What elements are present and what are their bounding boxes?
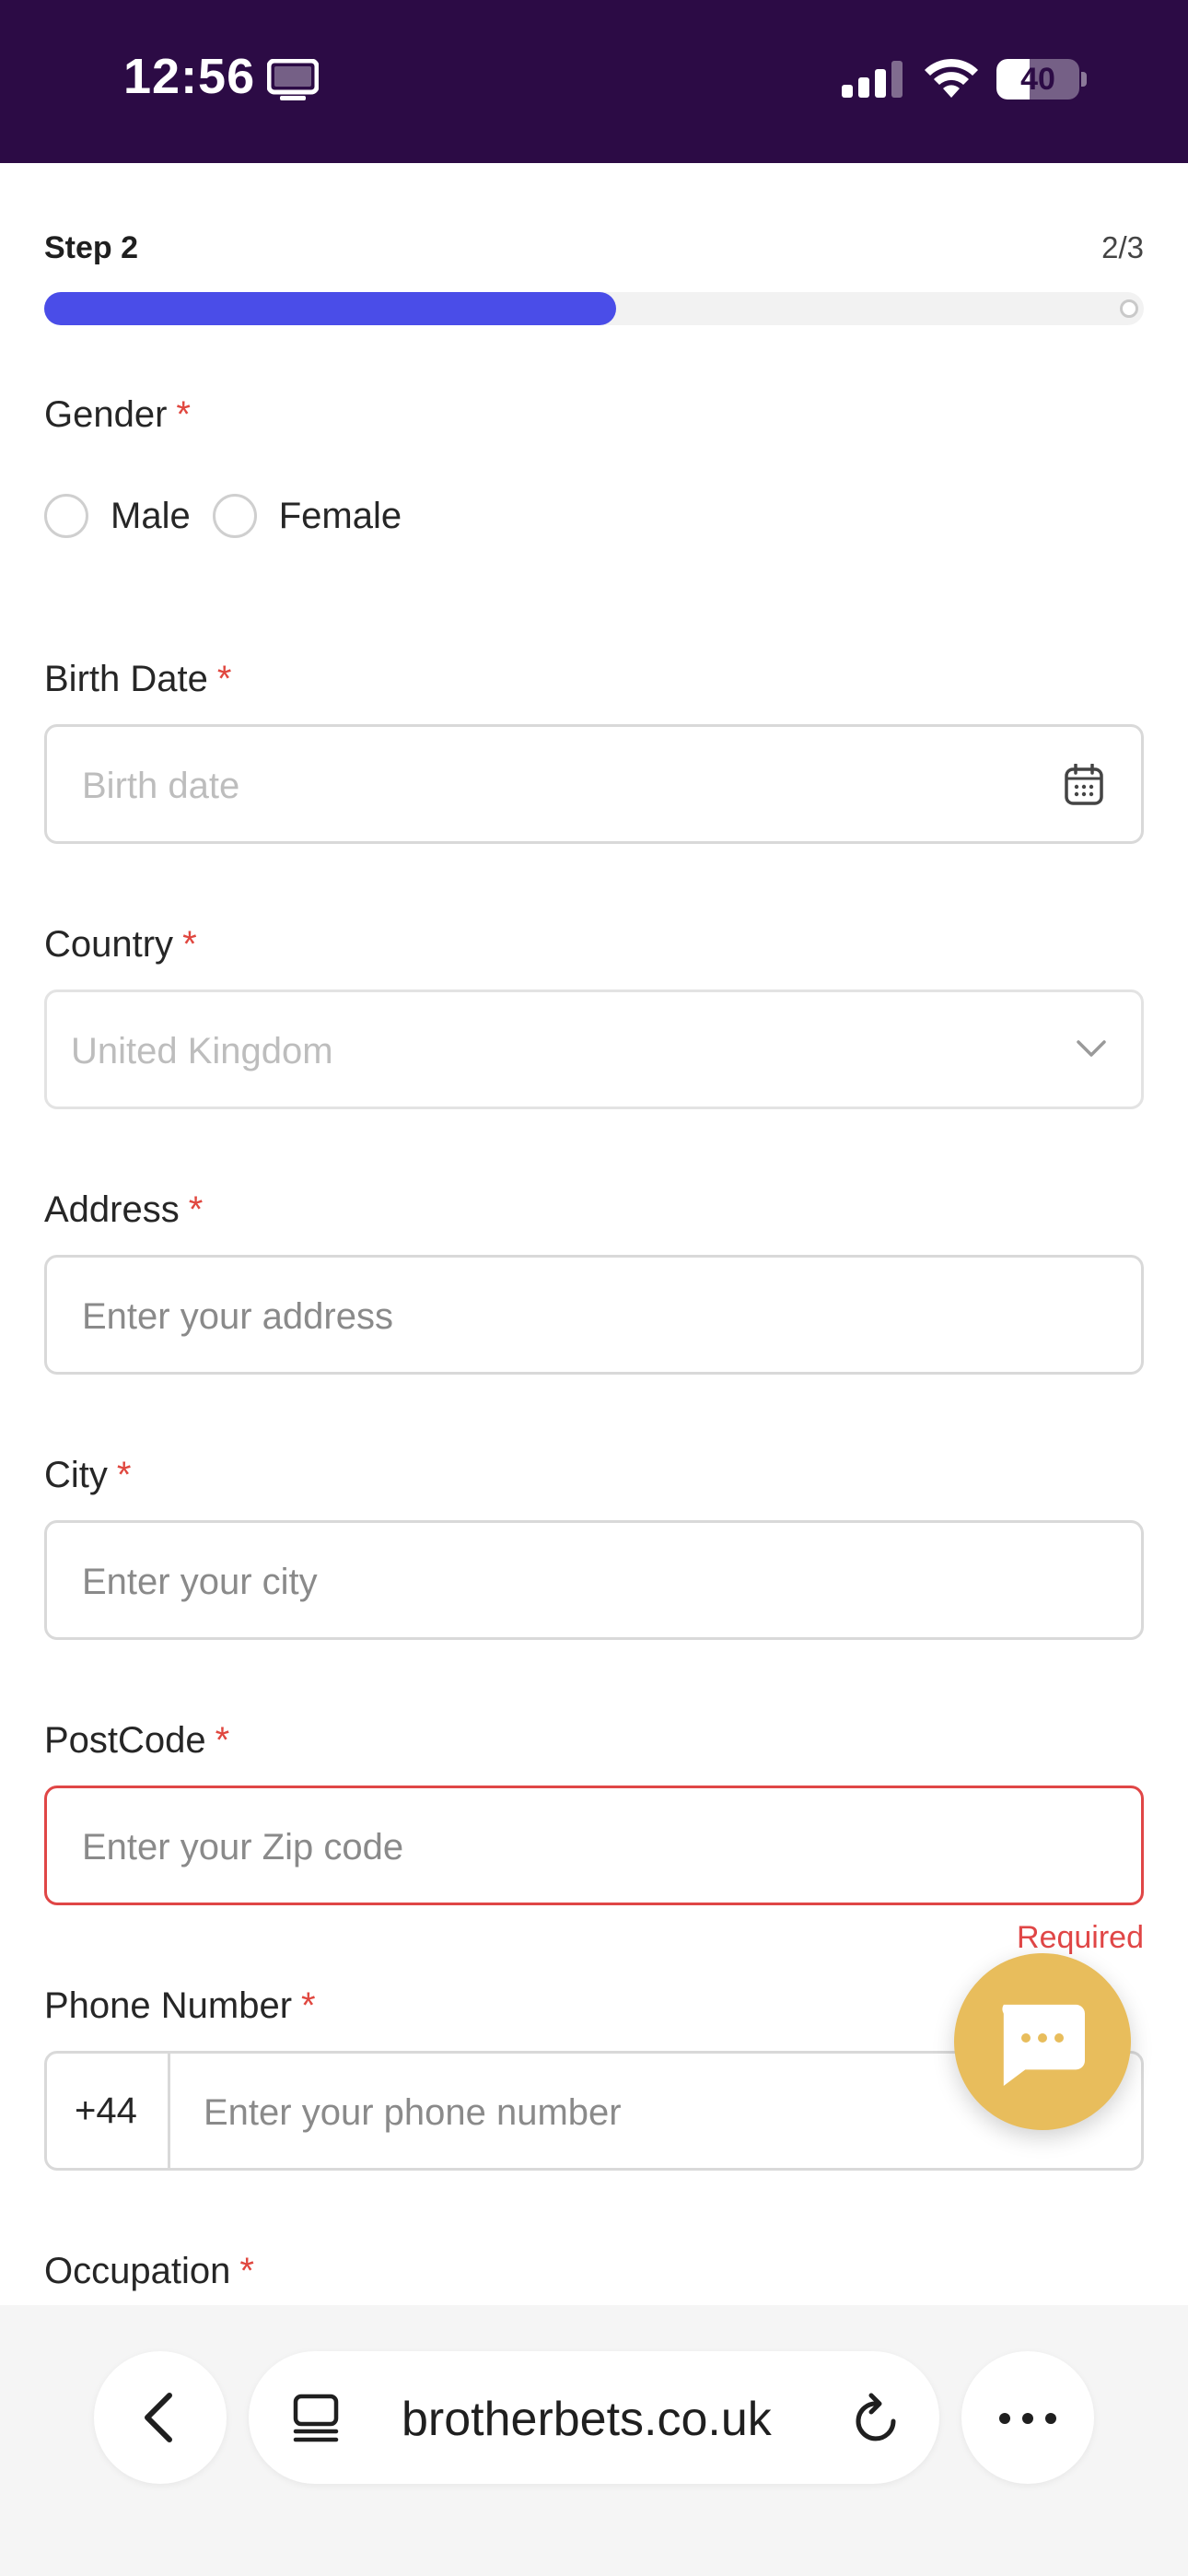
phone-label: Phone Number * xyxy=(44,1985,316,2026)
chevron-down-icon xyxy=(1077,1040,1106,1057)
signal-icon xyxy=(842,61,903,98)
progress-end-marker xyxy=(1120,299,1138,318)
address-placeholder: Enter your address xyxy=(82,1296,393,1337)
tabs-icon[interactable] xyxy=(291,2394,341,2443)
url-text[interactable]: brotherbets.co.uk xyxy=(402,2392,772,2447)
required-mark: * xyxy=(182,924,197,965)
chat-bubble-icon xyxy=(1002,2004,1085,2087)
reload-icon[interactable] xyxy=(853,2392,903,2443)
country-value: United Kingdom xyxy=(71,1031,333,1071)
progress-fill xyxy=(44,292,616,325)
radio-male-label[interactable]: Male xyxy=(111,496,191,537)
progress-bar xyxy=(44,292,1144,325)
address-input[interactable]: Enter your address xyxy=(44,1255,1144,1375)
required-mark: * xyxy=(301,1985,316,2026)
back-button[interactable] xyxy=(94,2351,227,2484)
step-label: Step 2 xyxy=(44,230,139,265)
required-mark: * xyxy=(188,1189,204,1230)
occupation-label: Occupation * xyxy=(44,2251,254,2291)
phone-country-code[interactable]: +44 xyxy=(47,2054,170,2168)
status-time: 12:56 xyxy=(123,49,256,104)
country-select[interactable]: United Kingdom xyxy=(44,989,1144,1109)
birth-date-placeholder: Birth date xyxy=(82,766,240,806)
more-button[interactable] xyxy=(961,2351,1094,2484)
city-placeholder: Enter your city xyxy=(82,1562,318,1602)
birth-date-label: Birth Date * xyxy=(44,659,232,699)
calendar-icon[interactable] xyxy=(1064,764,1104,806)
required-mark: * xyxy=(239,2251,254,2291)
browser-toolbar: brotherbets.co.uk xyxy=(0,2305,1188,2576)
radio-male[interactable] xyxy=(44,494,88,538)
tv-icon xyxy=(267,59,319,100)
birth-date-field[interactable]: Birth date xyxy=(44,724,1144,844)
radio-female[interactable] xyxy=(212,494,257,538)
address-bar[interactable]: brotherbets.co.uk xyxy=(249,2351,939,2484)
city-label: City * xyxy=(44,1455,132,1495)
required-mark: * xyxy=(216,659,232,699)
gender-radio-group: Male Female xyxy=(44,494,424,538)
postcode-placeholder: Enter your Zip code xyxy=(82,1827,404,1868)
required-mark: * xyxy=(116,1455,132,1495)
more-icon xyxy=(999,2413,1056,2424)
country-label: Country * xyxy=(44,924,197,965)
battery-percent: 40 xyxy=(1020,62,1055,97)
step-count: 2/3 xyxy=(1101,230,1144,264)
phone-prefix-text: +44 xyxy=(75,2090,137,2131)
wifi-icon xyxy=(925,58,978,98)
status-bar: 12:56 40 xyxy=(0,0,1188,163)
back-arrow-icon xyxy=(145,2393,172,2442)
battery-tip xyxy=(1081,72,1087,87)
gender-label: Gender * xyxy=(44,394,191,435)
battery-icon: 40 xyxy=(996,59,1079,100)
radio-female-label[interactable]: Female xyxy=(279,496,402,537)
address-label: Address * xyxy=(44,1189,204,1230)
chat-button[interactable] xyxy=(954,1953,1131,2130)
postcode-input[interactable]: Enter your Zip code xyxy=(44,1786,1144,1905)
postcode-label: PostCode * xyxy=(44,1720,230,1761)
city-input[interactable]: Enter your city xyxy=(44,1520,1144,1640)
phone-input[interactable]: Enter your phone number xyxy=(204,2092,622,2134)
required-mark: * xyxy=(176,394,191,435)
postcode-error: Required xyxy=(1017,1920,1144,1955)
required-mark: * xyxy=(215,1720,230,1761)
